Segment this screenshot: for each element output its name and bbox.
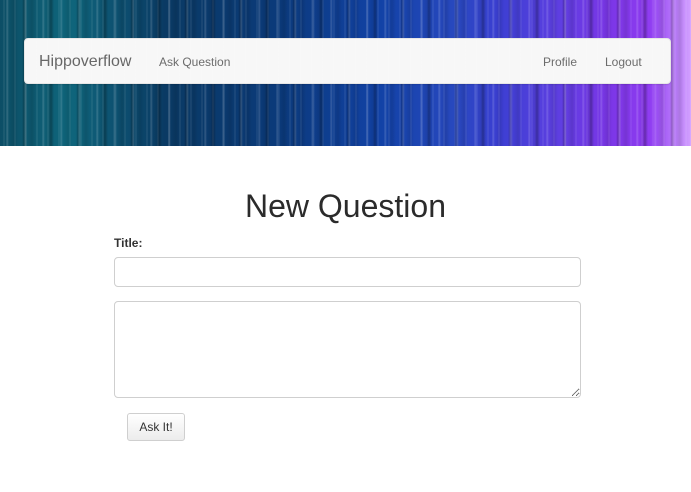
top-navbar: Hippoverflow Ask Question Profile Logout — [24, 38, 671, 84]
brand-link[interactable]: Hippoverflow — [39, 53, 131, 71]
title-label: Title: — [114, 236, 143, 250]
question-title-input[interactable] — [114, 257, 581, 287]
ask-it-button[interactable]: Ask It! — [127, 413, 185, 441]
hero-banner: Hippoverflow Ask Question Profile Logout — [0, 0, 691, 146]
main-content: New Question Title: Ask It! — [0, 146, 691, 492]
page-title: New Question — [245, 188, 446, 224]
nav-ask-question-link[interactable]: Ask Question — [159, 55, 230, 69]
question-body-textarea[interactable] — [114, 301, 581, 398]
nav-logout-link[interactable]: Logout — [605, 55, 642, 69]
nav-profile-link[interactable]: Profile — [543, 55, 577, 69]
